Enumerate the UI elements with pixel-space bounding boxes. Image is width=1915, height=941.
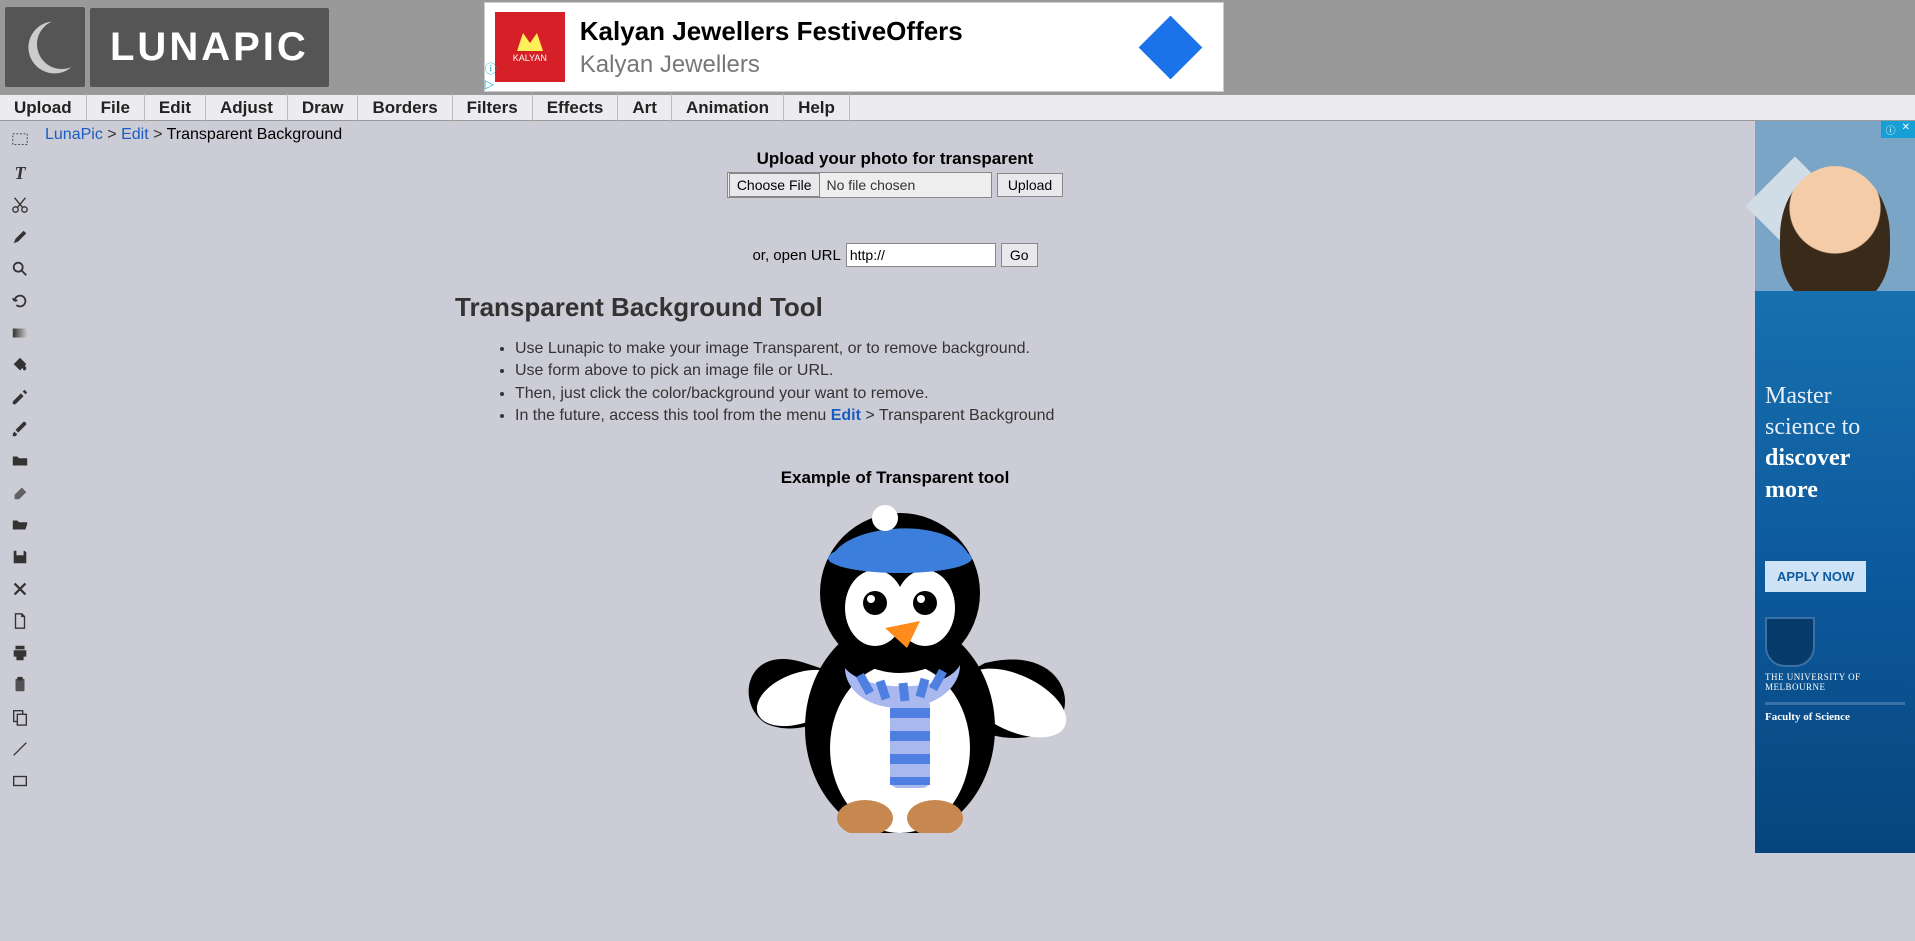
- edit-link[interactable]: Edit: [831, 407, 861, 424]
- url-input[interactable]: [846, 243, 996, 267]
- list-item: In the future, access this tool from the…: [515, 405, 1745, 427]
- url-label: or, open URL: [752, 247, 840, 264]
- new-doc-tool-icon[interactable]: [10, 611, 30, 631]
- apply-now-button[interactable]: APPLY NOW: [1765, 561, 1866, 592]
- ad-info-icon[interactable]: ⓘ▷: [485, 60, 497, 91]
- ad-close-icon[interactable]: ✕: [1899, 121, 1913, 138]
- menubar: Upload File Edit Adjust Draw Borders Fil…: [0, 94, 1915, 121]
- university-crest-icon: [1765, 617, 1815, 667]
- menu-animation[interactable]: Animation: [672, 94, 784, 122]
- list-item: Use form above to pick an image file or …: [515, 360, 1745, 382]
- brush-tool-icon[interactable]: [10, 419, 30, 439]
- logo-text: LUNAPIC: [90, 8, 329, 87]
- tool-description-list: Use Lunapic to make your image Transpare…: [495, 338, 1745, 428]
- menu-art[interactable]: Art: [618, 94, 672, 122]
- ad-banner-top[interactable]: ⓘ▷ KALYAN Kalyan Jewellers FestiveOffers…: [484, 2, 1224, 92]
- eyedropper-tool-icon[interactable]: [10, 387, 30, 407]
- ad-subtitle: Kalyan Jewellers: [580, 51, 963, 79]
- menu-borders[interactable]: Borders: [358, 94, 452, 122]
- list-item: Use Lunapic to make your image Transpare…: [515, 338, 1745, 360]
- rotate-tool-icon[interactable]: [10, 291, 30, 311]
- menu-filters[interactable]: Filters: [453, 94, 533, 122]
- ad-university-name: THE UNIVERSITY OF MELBOURNE: [1765, 672, 1905, 692]
- file-input[interactable]: Choose File No file chosen: [727, 172, 992, 198]
- open-tool-icon[interactable]: [10, 515, 30, 535]
- upload-title: Upload your photo for transparent: [45, 149, 1745, 169]
- menu-effects[interactable]: Effects: [533, 94, 619, 122]
- close-tool-icon[interactable]: [10, 579, 30, 599]
- print-tool-icon[interactable]: [10, 643, 30, 663]
- logo-icon: [5, 7, 85, 87]
- choose-file-button[interactable]: Choose File: [729, 173, 820, 197]
- pencil-tool-icon[interactable]: [10, 227, 30, 247]
- example-penguin-image: [685, 493, 1105, 833]
- eraser-tool-icon[interactable]: [10, 483, 30, 503]
- list-item: Then, just click the color/background yo…: [515, 383, 1745, 405]
- menu-draw[interactable]: Draw: [288, 94, 359, 122]
- tool-heading: Transparent Background Tool: [455, 292, 1745, 323]
- go-button[interactable]: Go: [1001, 243, 1038, 267]
- logo[interactable]: LUNAPIC: [5, 7, 329, 87]
- upload-button[interactable]: Upload: [997, 173, 1063, 197]
- breadcrumb-edit[interactable]: Edit: [121, 126, 149, 143]
- breadcrumb-current: Transparent Background: [167, 126, 343, 143]
- main-content: LunaPic > Edit > Transparent Background …: [40, 121, 1755, 853]
- ad-close-buttons: ⓘ✕: [1881, 121, 1915, 138]
- menu-help[interactable]: Help: [784, 94, 850, 122]
- rectangle-tool-icon[interactable]: [10, 771, 30, 791]
- file-chosen-label: No file chosen: [821, 177, 991, 193]
- cut-tool-icon[interactable]: [10, 195, 30, 215]
- menu-file[interactable]: File: [87, 94, 145, 122]
- menu-upload[interactable]: Upload: [0, 94, 87, 122]
- ad-arrow-icon: [1138, 15, 1202, 79]
- fill-tool-icon[interactable]: [10, 355, 30, 375]
- select-tool-icon[interactable]: [10, 131, 30, 151]
- example-title: Example of Transparent tool: [45, 468, 1745, 488]
- folder-tool-icon[interactable]: [10, 451, 30, 471]
- ad-banner-right[interactable]: ⓘ✕ Master science to discover more APPLY…: [1755, 121, 1915, 853]
- ad-photo: [1755, 121, 1915, 291]
- text-tool-icon[interactable]: T: [10, 163, 30, 183]
- ad-logo: KALYAN: [495, 12, 565, 82]
- tool-sidebar: T: [0, 121, 40, 853]
- breadcrumb-home[interactable]: LunaPic: [45, 126, 103, 143]
- gradient-tool-icon[interactable]: [10, 323, 30, 343]
- copy-tool-icon[interactable]: [10, 707, 30, 727]
- menu-edit[interactable]: Edit: [145, 94, 206, 122]
- ad-info-icon[interactable]: ⓘ: [1883, 121, 1899, 138]
- header: LUNAPIC ⓘ▷ KALYAN Kalyan Jewellers Festi…: [0, 0, 1915, 94]
- ad-faculty: Faculty of Science: [1765, 702, 1905, 723]
- ad-headline: Master science to discover more: [1765, 381, 1905, 506]
- breadcrumb: LunaPic > Edit > Transparent Background: [45, 121, 1745, 149]
- ad-title: Kalyan Jewellers FestiveOffers: [580, 16, 963, 47]
- clipboard-tool-icon[interactable]: [10, 675, 30, 695]
- save-tool-icon[interactable]: [10, 547, 30, 567]
- menu-adjust[interactable]: Adjust: [206, 94, 288, 122]
- line-tool-icon[interactable]: [10, 739, 30, 759]
- zoom-tool-icon[interactable]: [10, 259, 30, 279]
